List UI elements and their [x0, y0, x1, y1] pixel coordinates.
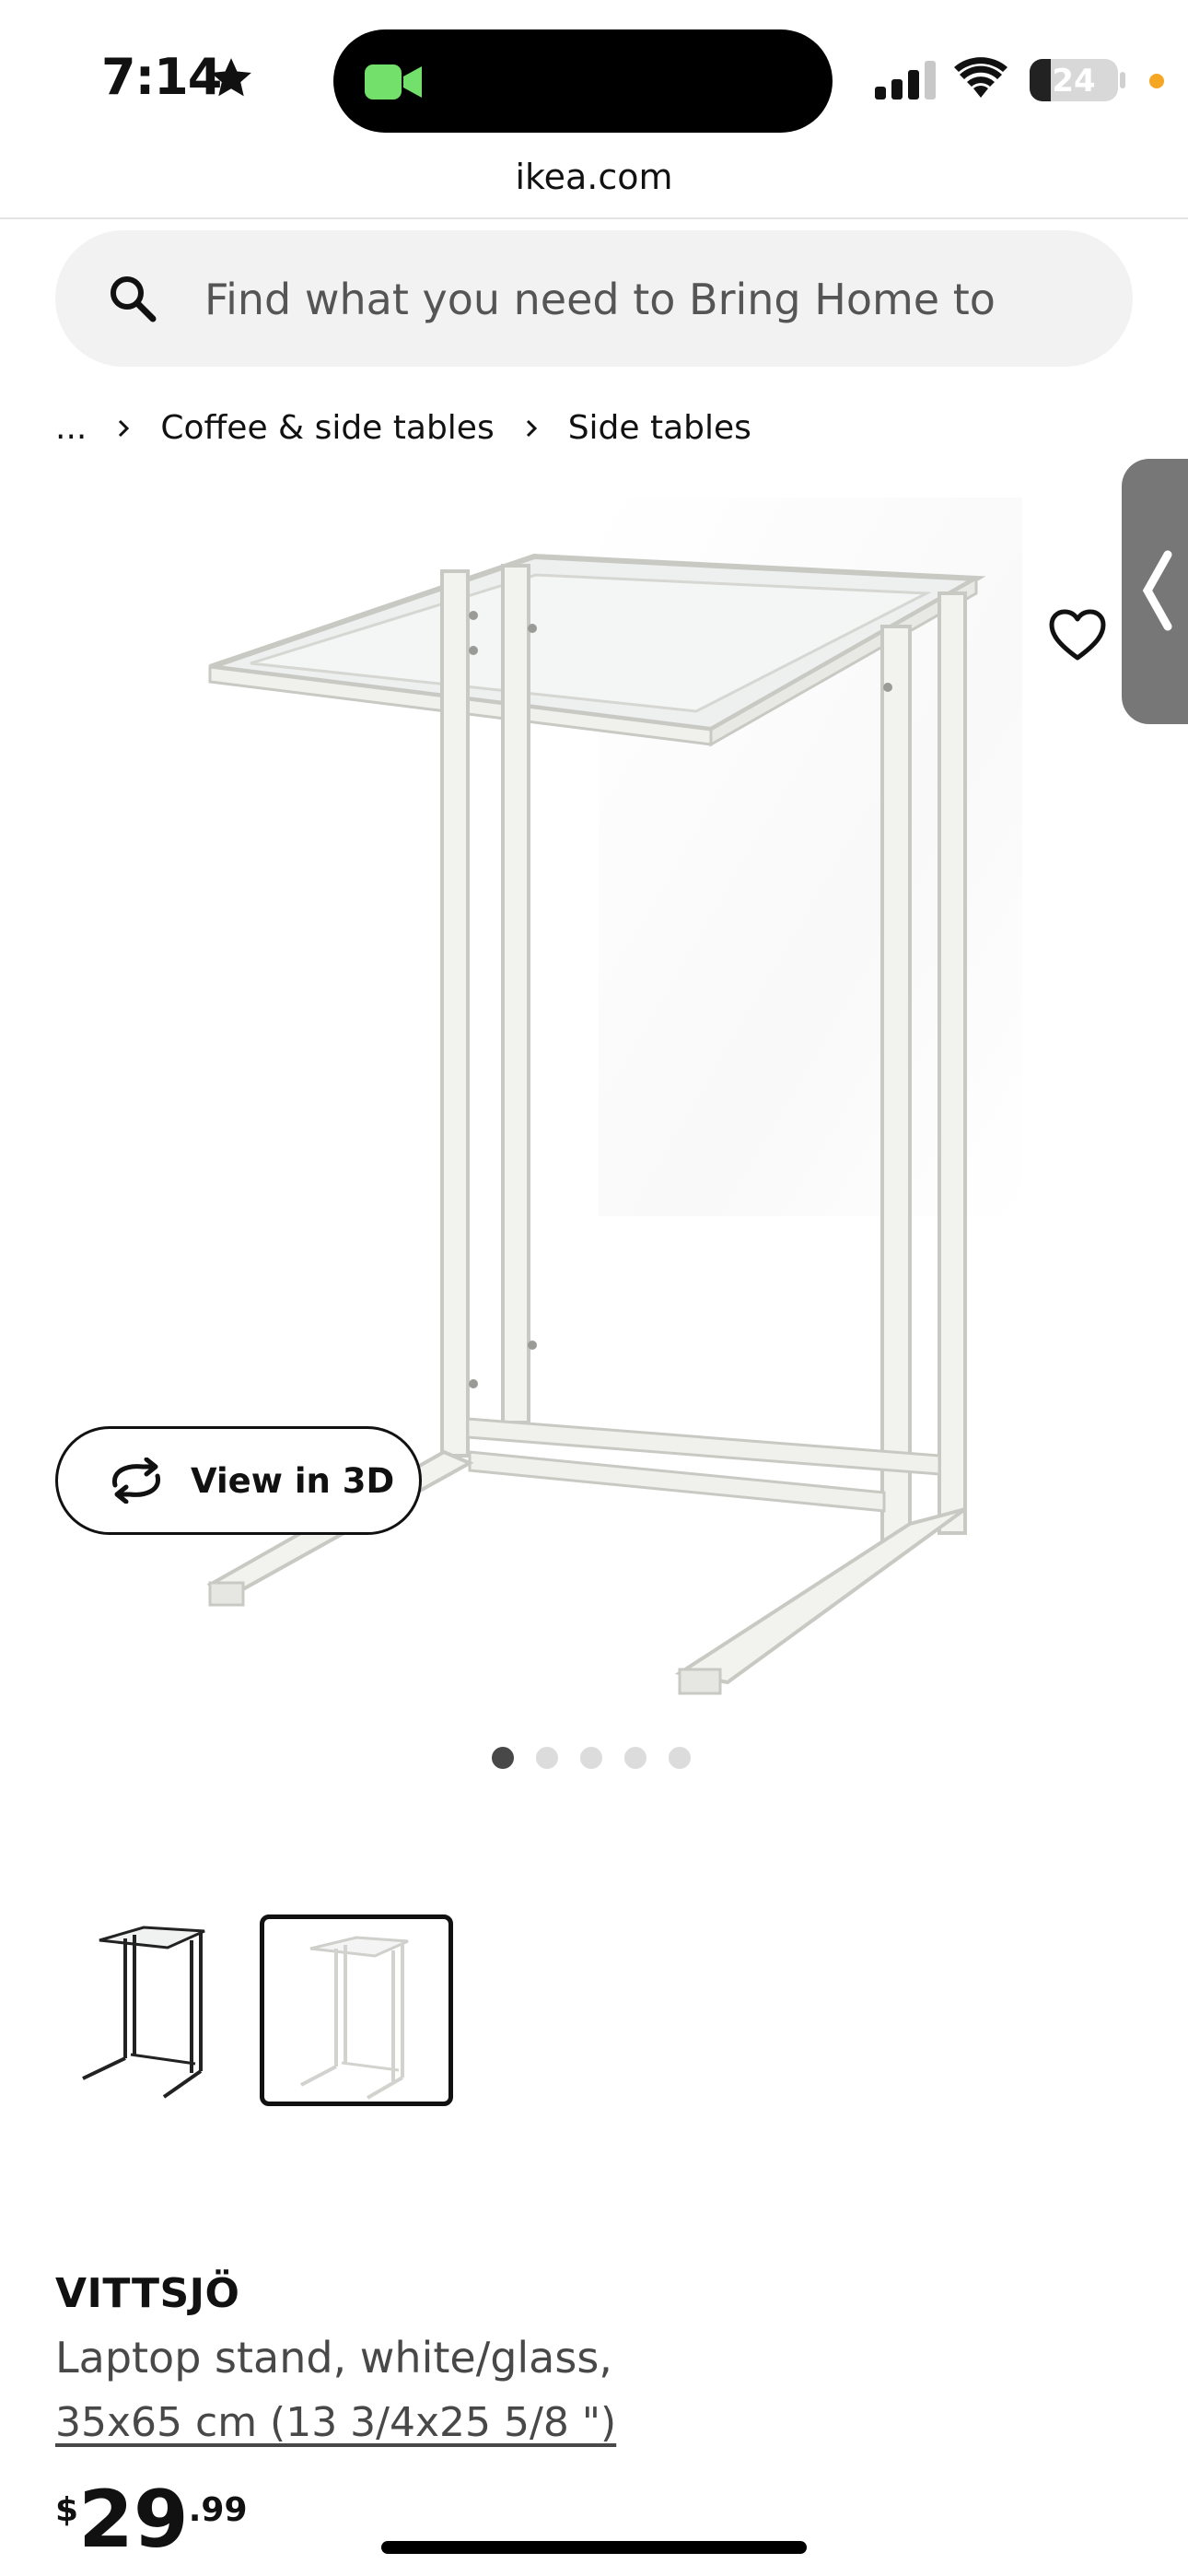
product-size-link[interactable]: 35x65 cm (13 3/4x25 5/8 "): [55, 2399, 616, 2446]
privacy-indicator-dot: [1149, 74, 1164, 88]
pagination-dot[interactable]: [624, 1747, 646, 1769]
divider: [0, 217, 1188, 219]
search-icon: [111, 276, 157, 322]
thumbnail-white-glass[interactable]: [260, 1914, 453, 2106]
thumbnail-black-glass[interactable]: [79, 1920, 227, 2104]
chevron-right-icon: [526, 419, 537, 437]
cellular-signal-icon: [875, 61, 936, 100]
chevron-left-icon: [1142, 550, 1172, 631]
breadcrumb-ellipsis[interactable]: ...: [55, 409, 87, 447]
breadcrumb: ... Coffee & side tables Side tables: [55, 409, 751, 447]
wifi-icon: [954, 57, 1007, 98]
price-currency: $: [55, 2491, 79, 2529]
status-time: 7:14: [101, 48, 222, 106]
facetime-icon: [365, 64, 422, 100]
search-input[interactable]: [204, 258, 1079, 341]
pagination-dot[interactable]: [669, 1747, 691, 1769]
browser-url[interactable]: ikea.com: [0, 157, 1188, 197]
product-description: Laptop stand, white/glass,: [55, 2333, 612, 2383]
view-in-3d-button[interactable]: View in 3D: [55, 1426, 422, 1535]
thumbnail-white-glass-image: [300, 1936, 409, 2100]
pagination-dot[interactable]: [536, 1747, 558, 1769]
product-price: $ 29 .99: [55, 2478, 248, 2561]
price-whole: 29: [78, 2474, 189, 2566]
star-icon: [211, 58, 251, 97]
battery-cap: [1120, 72, 1125, 88]
product-name: VITTSJÖ: [55, 2270, 240, 2317]
rotate-3d-icon: [111, 1458, 161, 1504]
pagination-dot[interactable]: [580, 1747, 602, 1769]
view-in-3d-label: View in 3D: [191, 1460, 395, 1501]
price-cents: .99: [188, 2491, 248, 2529]
battery-icon: 24: [1030, 59, 1118, 101]
chevron-right-icon: [119, 419, 130, 437]
heart-icon[interactable]: [1048, 608, 1107, 663]
home-indicator[interactable]: [381, 2541, 807, 2554]
breadcrumb-side-tables[interactable]: Side tables: [568, 409, 751, 447]
battery-level: 24: [1052, 63, 1096, 100]
pagination-dot[interactable]: [492, 1747, 514, 1769]
image-pagination: [492, 1747, 713, 1769]
breadcrumb-coffee-side-tables[interactable]: Coffee & side tables: [160, 409, 494, 447]
